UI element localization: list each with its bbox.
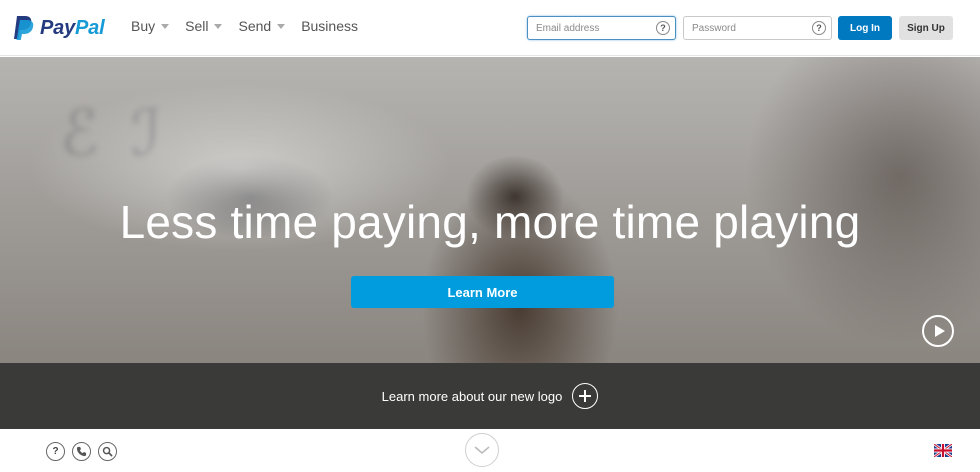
signup-button[interactable]: Sign Up [899,16,953,40]
nav-business-label: Business [301,18,358,34]
help-icon[interactable]: ? [656,21,670,35]
nav-buy-label: Buy [131,18,156,34]
chevron-down-icon[interactable] [465,433,499,467]
chevron-down-icon [214,23,223,29]
password-field: ? [683,16,832,40]
email-field: ? [527,16,676,40]
login-button[interactable]: Log In [838,16,892,40]
nav-send-label: Send [238,18,272,34]
help-icon[interactable]: ? [46,442,65,461]
new-logo-link[interactable]: Learn more about our new logo [382,389,563,404]
hero-banner: ℰ ℐ Less time paying, more time playing … [0,57,980,363]
paypal-p-icon [14,16,34,40]
hero-background-image: ℰ ℐ [60,97,168,171]
phone-icon[interactable] [72,442,91,461]
hero-title: Less time paying, more time playing [119,196,861,248]
chevron-glyph [474,446,490,455]
nav-business[interactable]: Business [301,18,358,34]
new-logo-band[interactable]: Learn more about our new logo [0,363,980,429]
learn-more-button[interactable]: Learn More [351,276,614,308]
password-input[interactable] [684,22,831,34]
paypal-wordmark: PayPal [40,16,105,39]
nav-buy[interactable]: Buy [131,18,170,34]
chevron-down-icon [277,23,286,29]
nav-sell[interactable]: Sell [185,18,223,34]
footer-bar: ? [0,429,980,472]
paypal-logo[interactable]: PayPal [12,14,105,42]
nav-send[interactable]: Send [238,18,286,34]
help-icon[interactable]: ? [812,21,826,35]
play-icon[interactable] [922,315,954,347]
nav-sell-label: Sell [185,18,209,34]
plus-circle-icon[interactable] [572,383,599,409]
play-triangle [934,325,945,337]
header: PayPal Buy Sell Send Business ? ? Log In… [0,0,980,56]
email-input[interactable] [528,22,675,34]
phone-glyph [76,446,87,457]
magnifier-glyph [102,446,113,457]
search-icon[interactable] [98,442,117,461]
main-nav: Buy Sell Send Business [131,18,374,34]
chevron-down-icon [161,23,170,29]
uk-flag-icon[interactable] [934,444,952,457]
